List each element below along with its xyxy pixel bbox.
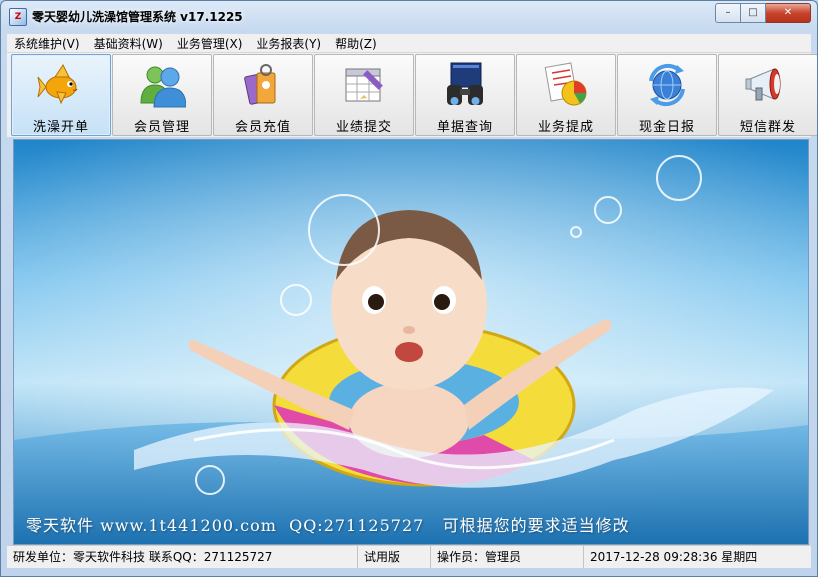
menu-business-management[interactable]: 业务管理(X) <box>170 35 250 52</box>
menu-basic-data[interactable]: 基础资料(W) <box>87 35 170 52</box>
member-management-button[interactable]: 会员管理 <box>112 54 212 136</box>
sms-broadcast-button[interactable]: 短信群发 <box>718 54 817 136</box>
bath-order-label: 洗澡开单 <box>32 120 89 135</box>
megaphone-icon <box>745 68 781 101</box>
card-recharge-icon <box>244 64 276 105</box>
toolbar: 洗澡开单 会员管理 会员充值 业绩提交 单据查询 业务提成 现金日报 短信群发 <box>7 53 817 137</box>
menu-bar: 系统维护(V) 基础资料(W) 业务管理(X) 业务报表(Y) 帮助(Z) <box>7 34 811 53</box>
member-recharge-label: 会员充值 <box>234 120 291 135</box>
members-icon <box>140 66 186 108</box>
menu-system-maintenance[interactable]: 系统维护(V) <box>7 35 87 52</box>
status-datetime: 2017-12-28 09:28:36 星期四 <box>590 550 758 564</box>
binoculars-icon <box>447 62 483 105</box>
close-button[interactable]: ✕ <box>766 3 811 23</box>
baby-swimming-illustration <box>14 140 808 544</box>
banner-caption: 零天软件 www.1t441200.com QQ:271125727 可根据您的… <box>26 516 630 535</box>
member-recharge-button[interactable]: 会员充值 <box>213 54 313 136</box>
performance-submit-label: 业绩提交 <box>335 120 392 135</box>
pie-chart-icon <box>544 62 587 106</box>
minimize-button[interactable]: – <box>715 3 741 23</box>
title-bar[interactable]: Z 零天婴幼儿洗澡馆管理系统 v17.1225 – □ ✕ <box>1 1 817 31</box>
cash-daily-report-label: 现金日报 <box>638 120 695 135</box>
refresh-globe-icon <box>649 63 685 107</box>
menu-help[interactable]: 帮助(Z) <box>328 35 384 52</box>
menu-business-reports[interactable]: 业务报表(Y) <box>249 35 328 52</box>
banner-image: 零天软件 www.1t441200.com QQ:271125727 可根据您的… <box>13 139 809 545</box>
member-management-label: 会员管理 <box>133 120 190 135</box>
sms-broadcast-label: 短信群发 <box>739 120 796 135</box>
business-commission-button[interactable]: 业务提成 <box>516 54 616 136</box>
status-developer: 研发单位：零天软件科技 联系QQ：271125727 <box>7 546 358 568</box>
bath-order-button[interactable]: 洗澡开单 <box>11 54 111 136</box>
app-icon[interactable]: Z <box>9 8 27 26</box>
status-bar: 研发单位：零天软件科技 联系QQ：271125727 试用版 操作员：管理员 2… <box>7 545 811 568</box>
maximize-button[interactable]: □ <box>741 3 766 23</box>
app-window: Z 零天婴幼儿洗澡馆管理系统 v17.1225 – □ ✕ 系统维护(V) 基础… <box>0 0 818 577</box>
status-edition: 试用版 <box>358 546 431 568</box>
status-operator: 操作员：管理员 <box>431 546 584 568</box>
window-title: 零天婴幼儿洗澡馆管理系统 v17.1225 <box>32 10 243 24</box>
receipt-query-label: 单据查询 <box>436 120 493 135</box>
window-controls: – □ ✕ <box>715 3 811 23</box>
performance-submit-button[interactable]: 业绩提交 <box>314 54 414 136</box>
goldfish-icon <box>37 64 78 105</box>
business-commission-label: 业务提成 <box>537 120 594 135</box>
receipt-query-button[interactable]: 单据查询 <box>415 54 515 136</box>
calendar-pencil-icon <box>345 68 383 102</box>
cash-daily-report-button[interactable]: 现金日报 <box>617 54 717 136</box>
